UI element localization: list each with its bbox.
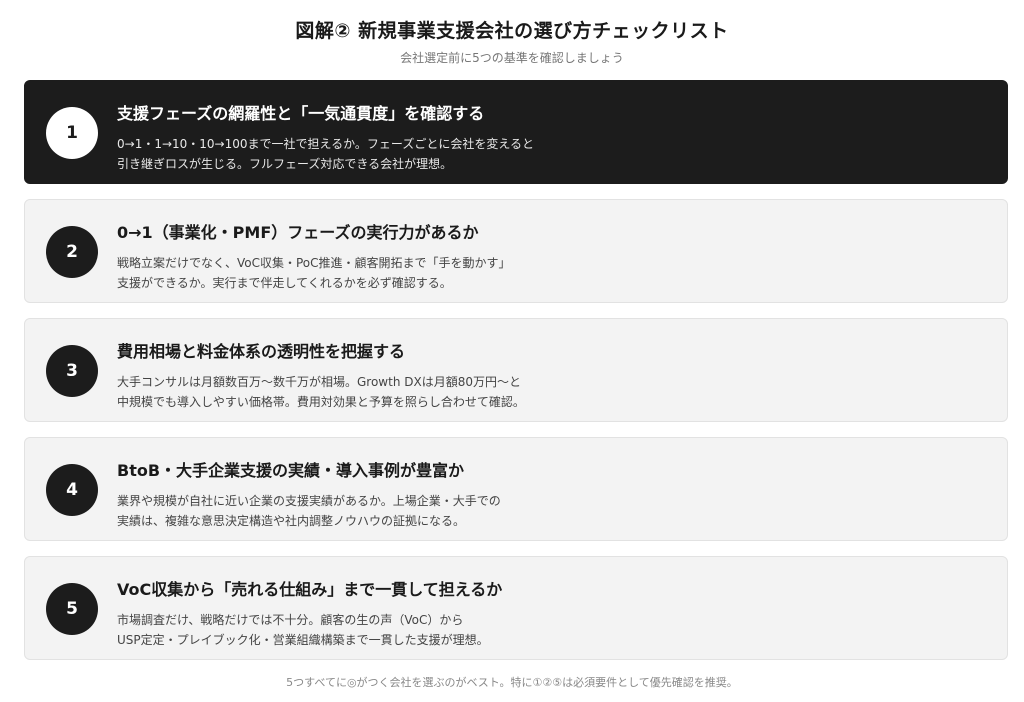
- card-description-line-2: 中規模でも導入しやすい価格帯。費用対効果と予算を照らし合わせて確認。: [117, 395, 525, 409]
- card-heading: 0→1（事業化・PMF）フェーズの実行力があるか: [117, 223, 479, 242]
- card-description-line-1: 業界や規模が自社に近い企業の支援実績があるか。上場企業・大手での: [117, 494, 501, 508]
- checklist-card-4: 4 BtoB・大手企業支援の実績・導入事例が豊富か 業界や規模が自社に近い企業の…: [24, 437, 1008, 541]
- footer-note: 5つすべてに◎がつく会社を選ぶのがベスト。特に①②⑤は必須要件として優先確認を推…: [286, 676, 738, 689]
- card-description-line-1: 市場調査だけ、戦略だけでは不十分。顧客の生の声（VoC）から: [117, 613, 464, 627]
- checklist-card-5: 5 VoC収集から「売れる仕組み」まで一貫して担えるか 市場調査だけ、戦略だけで…: [24, 556, 1008, 660]
- checklist-card-3: 3 費用相場と料金体系の透明性を把握する 大手コンサルは月額数百万〜数千万が相場…: [24, 318, 1008, 422]
- checklist-card-1: 1 支援フェーズの網羅性と「一気通貫度」を確認する 0→1・1→10・10→10…: [24, 80, 1008, 184]
- card-description-line-1: 戦略立案だけでなく、VoC収集・PoC推進・顧客開拓まで「手を動かす」: [117, 256, 511, 270]
- card-description-line-2: 支援ができるか。実行まで伴走してくれるかを必ず確認する。: [117, 276, 452, 290]
- card-description-line-2: 引き継ぎロスが生じる。フルフェーズ対応できる会社が理想。: [117, 157, 453, 171]
- page-subtitle: 会社選定前に5つの基準を確認しましょう: [400, 51, 624, 65]
- step-number-badge: 1: [46, 107, 98, 159]
- card-heading: BtoB・大手企業支援の実績・導入事例が豊富か: [117, 461, 465, 480]
- checklist-page: 図解② 新規事業支援会社の選び方チェックリスト 会社選定前に5つの基準を確認しま…: [0, 0, 1024, 702]
- card-description-line-2: USP定定・プレイブック化・営業組織構築まで一貫した支援が理想。: [117, 633, 489, 647]
- card-heading: VoC収集から「売れる仕組み」まで一貫して担えるか: [117, 580, 503, 599]
- card-description-line-1: 大手コンサルは月額数百万〜数千万が相場。Growth DXは月額80万円〜と: [117, 375, 521, 389]
- card-description-line-1: 0→1・1→10・10→100まで一社で担えるか。フェーズごとに会社を変えると: [117, 137, 534, 151]
- step-number-badge: 3: [46, 345, 98, 397]
- checklist-cards: 1 支援フェーズの網羅性と「一気通貫度」を確認する 0→1・1→10・10→10…: [24, 80, 1008, 675]
- step-number-badge: 5: [46, 583, 98, 635]
- card-heading: 費用相場と料金体系の透明性を把握する: [117, 342, 406, 361]
- step-number-badge: 4: [46, 464, 98, 516]
- step-number-badge: 2: [46, 226, 98, 278]
- card-heading: 支援フェーズの網羅性と「一気通貫度」を確認する: [117, 104, 485, 123]
- card-description-line-2: 実績は、複雑な意思決定構造や社内調整ノウハウの証拠になる。: [117, 514, 466, 528]
- page-title: 図解② 新規事業支援会社の選び方チェックリスト: [295, 20, 729, 42]
- checklist-card-2: 2 0→1（事業化・PMF）フェーズの実行力があるか 戦略立案だけでなく、VoC…: [24, 199, 1008, 303]
